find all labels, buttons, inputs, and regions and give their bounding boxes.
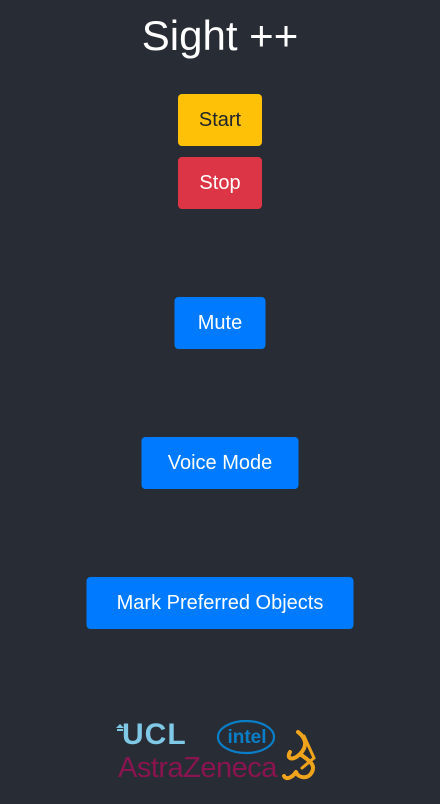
mark-preferred-objects-button[interactable]: Mark Preferred Objects: [86, 577, 354, 629]
start-button[interactable]: Start: [178, 94, 262, 146]
mute-button[interactable]: Mute: [174, 297, 266, 349]
intel-logo: intel: [216, 719, 276, 755]
sponsor-logos: UCL intel AstraZeneca: [116, 712, 326, 788]
intel-logo-text: intel: [227, 727, 266, 748]
app-page: Sight ++ Start Stop Mute Voice Mode Mark…: [0, 0, 440, 804]
stop-button[interactable]: Stop: [178, 157, 262, 209]
astrazeneca-logo: AstraZeneca: [118, 752, 277, 784]
page-title: Sight ++: [141, 12, 299, 59]
ucl-logo: UCL: [122, 718, 187, 751]
voice-mode-button[interactable]: Voice Mode: [141, 437, 299, 489]
astrazeneca-mark-icon: [282, 730, 316, 781]
